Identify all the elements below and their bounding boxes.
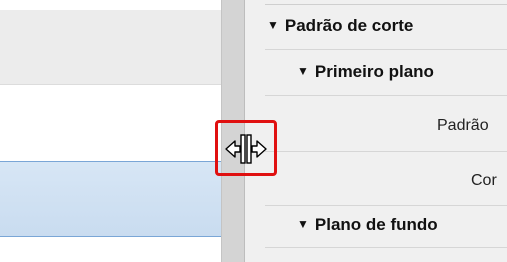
left-pane — [0, 0, 221, 262]
divider — [265, 151, 507, 152]
format-pane: ▼ Padrão de corte ▼ Primeiro plano Padrão … — [245, 0, 507, 262]
divider — [265, 247, 507, 248]
divider — [265, 95, 507, 96]
left-pane-top — [0, 0, 221, 10]
caret-down-icon[interactable]: ▼ — [267, 18, 279, 32]
tree-item-padrao-de-corte[interactable]: ▼ Padrão de corte — [267, 16, 413, 36]
tree-item-label: Primeiro plano — [314, 62, 434, 81]
caret-down-icon[interactable]: ▼ — [297, 64, 309, 78]
left-pane-header — [0, 10, 221, 85]
caret-down-icon[interactable]: ▼ — [297, 217, 309, 231]
resize-horizontal-cursor-icon — [225, 134, 267, 164]
tree-item-plano-de-fundo[interactable]: ▼ Plano de fundo — [297, 215, 438, 235]
format-pane-top-rule — [265, 0, 507, 5]
tree-item-label: Padrão de corte — [284, 16, 414, 35]
divider — [265, 205, 507, 206]
tree-item-label: Plano de fundo — [314, 215, 438, 234]
divider — [265, 49, 507, 50]
tree-item-primeiro-plano[interactable]: ▼ Primeiro plano — [297, 62, 434, 82]
left-pane-selected-row[interactable] — [0, 161, 221, 237]
property-label-padrao: Padrão — [437, 117, 489, 134]
property-label-cor: Cor — [471, 172, 497, 189]
